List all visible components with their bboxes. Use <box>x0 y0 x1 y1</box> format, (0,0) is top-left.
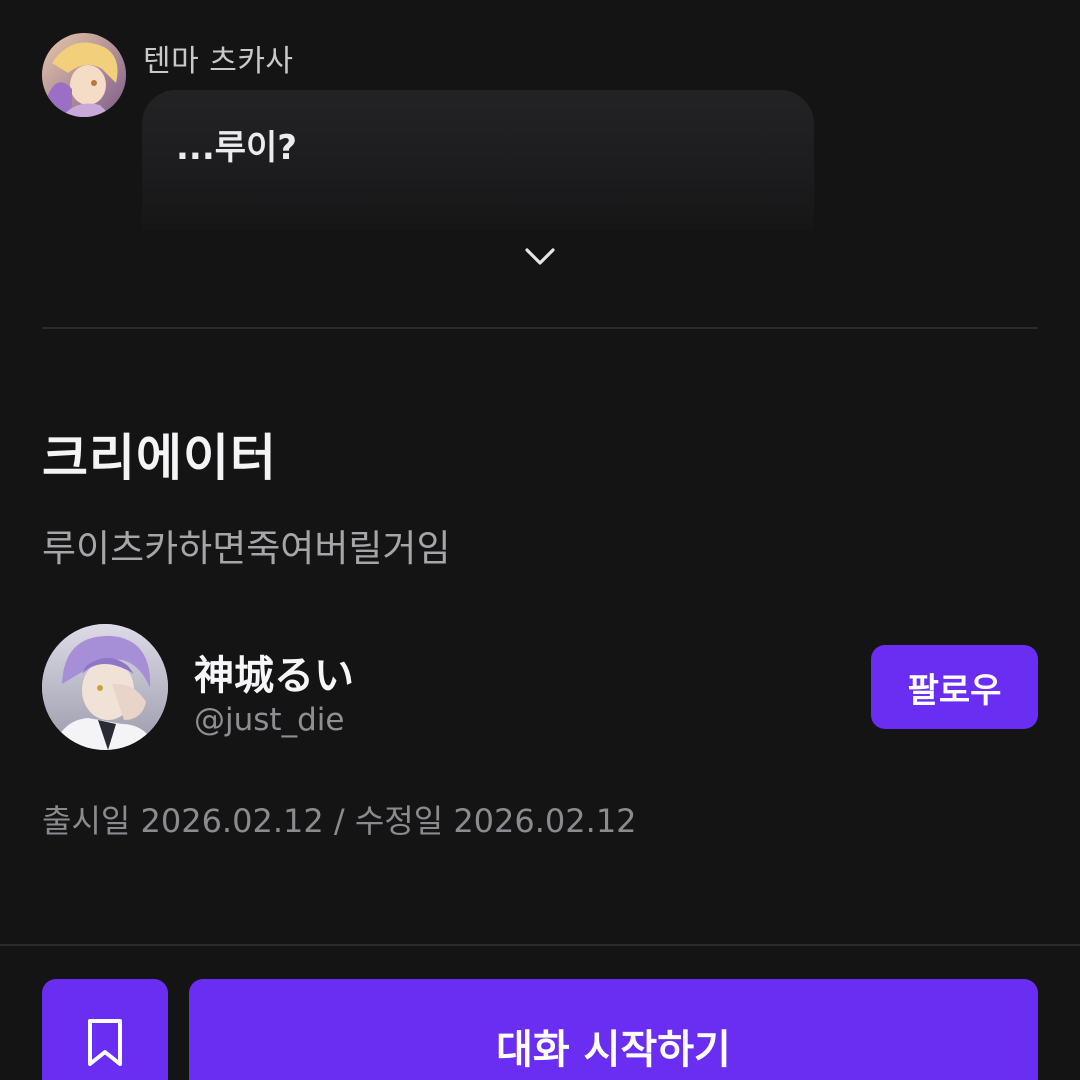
bookmark-icon <box>88 1019 122 1066</box>
character-avatar <box>42 33 126 117</box>
creator-avatar[interactable] <box>42 624 168 750</box>
character-detail-page: 텐마 츠카사 ...루이? 크리에이터 루이츠카하면죽여버릴거임 神城るい @j… <box>0 0 1080 1080</box>
creator-description: 루이츠카하면죽여버릴거임 <box>42 527 451 570</box>
creator-name: 神城るい <box>194 653 354 699</box>
creator-section-title: 크리에이터 <box>42 429 277 487</box>
message-bubble: ...루이? <box>142 90 814 230</box>
creator-handle: @just_die <box>194 702 345 738</box>
character-name: 텐마 츠카사 <box>143 44 294 79</box>
release-update-dates: 출시일 2026.02.12 / 수정일 2026.02.12 <box>42 802 637 840</box>
divider <box>42 327 1038 329</box>
follow-button[interactable]: 팔로우 <box>871 645 1038 729</box>
start-chat-button[interactable]: 대화 시작하기 <box>189 979 1038 1080</box>
bookmark-button[interactable] <box>42 979 168 1080</box>
message-text: ...루이? <box>176 128 298 168</box>
chevron-down-icon[interactable] <box>521 240 559 274</box>
bottom-bar-divider <box>0 944 1080 946</box>
